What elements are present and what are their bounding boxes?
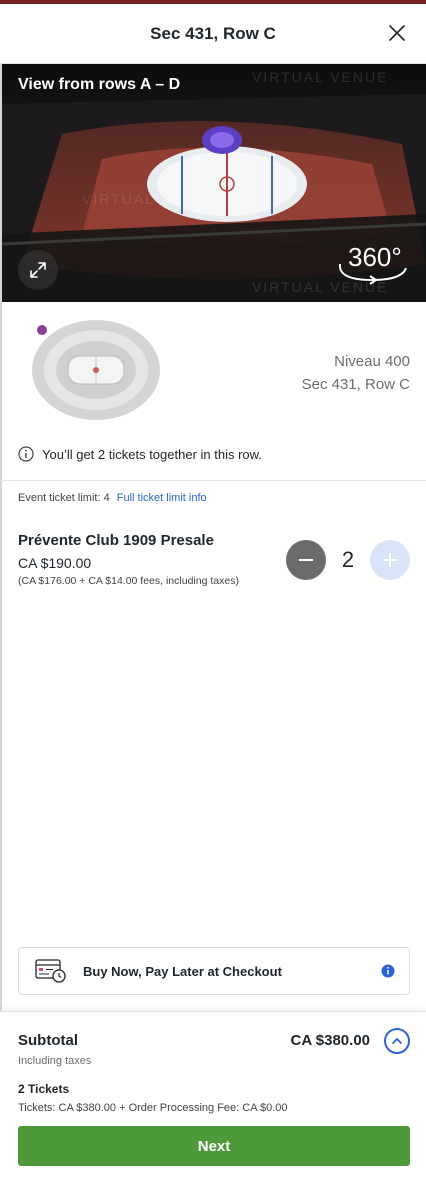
increase-quantity-button[interactable] [370, 540, 410, 580]
page-title: Sec 431, Row C [150, 23, 276, 43]
chevron-up-icon [392, 1038, 402, 1044]
expand-icon [30, 262, 46, 278]
tickets-fee-breakdown: Tickets: CA $380.00 + Order Processing F… [18, 1102, 288, 1114]
badge-360-label: 360° [348, 242, 402, 272]
together-notice: You’ll get 2 tickets together in this ro… [18, 446, 262, 462]
expand-summary-button[interactable] [384, 1028, 410, 1054]
buy-now-pay-later-label: Buy Now, Pay Later at Checkout [83, 963, 282, 979]
together-notice-text: You’ll get 2 tickets together in this ro… [42, 446, 262, 462]
next-button[interactable]: Next [18, 1126, 410, 1166]
order-summary-footer: Subtotal Including taxes CA $380.00 2 Ti… [0, 1011, 426, 1180]
seat-view-image[interactable]: VIRTUAL VENUE VIRTUAL VENUE VIRTUAL VENU… [2, 64, 426, 302]
ticket-limit-info-link[interactable]: Full ticket limit info [117, 492, 207, 504]
seat-label: Sec 431, Row C [301, 376, 410, 393]
quantity-value: 2 [341, 547, 355, 572]
section-details: Niveau 400 Sec 431, Row C [302, 350, 410, 396]
venue-minimap[interactable] [28, 312, 164, 422]
subtotal-label: Subtotal [18, 1032, 78, 1049]
seat-location-marker [37, 325, 47, 335]
close-icon [389, 25, 405, 41]
view-title: View from rows A – D [18, 76, 181, 93]
ticket-limit: Event ticket limit: 4 Full ticket limit … [18, 492, 207, 504]
section-info: Niveau 400 Sec 431, Row C [0, 302, 426, 438]
close-button[interactable] [386, 22, 408, 44]
subtotal-taxes-note: Including taxes [18, 1055, 92, 1067]
buy-now-pay-later-banner[interactable]: Buy Now, Pay Later at Checkout [18, 947, 410, 995]
rotate-360-icon: 360° [338, 242, 407, 285]
ticket-limit-text: Event ticket limit: 4 [18, 492, 110, 504]
level-label: Niveau 400 [334, 353, 410, 370]
quantity-stepper: 2 [286, 540, 410, 580]
subtotal-amount: CA $380.00 [290, 1032, 371, 1049]
expand-view-button[interactable] [18, 250, 58, 290]
plus-icon [383, 553, 397, 567]
svg-text:VIRTUAL VENUE: VIRTUAL VENUE [252, 69, 388, 85]
info-icon [18, 446, 34, 462]
minus-icon [299, 559, 313, 561]
info-filled-icon[interactable] [381, 964, 395, 978]
modal-header: Sec 431, Row C [0, 4, 426, 64]
decrease-quantity-button[interactable] [286, 540, 326, 580]
view-360-button[interactable]: 360° [334, 240, 412, 291]
tickets-count: 2 Tickets [18, 1082, 70, 1096]
calendar-clock-icon [35, 959, 66, 983]
svg-text:VIRTUAL VENUE: VIRTUAL VENUE [82, 191, 218, 207]
divider [0, 480, 426, 481]
